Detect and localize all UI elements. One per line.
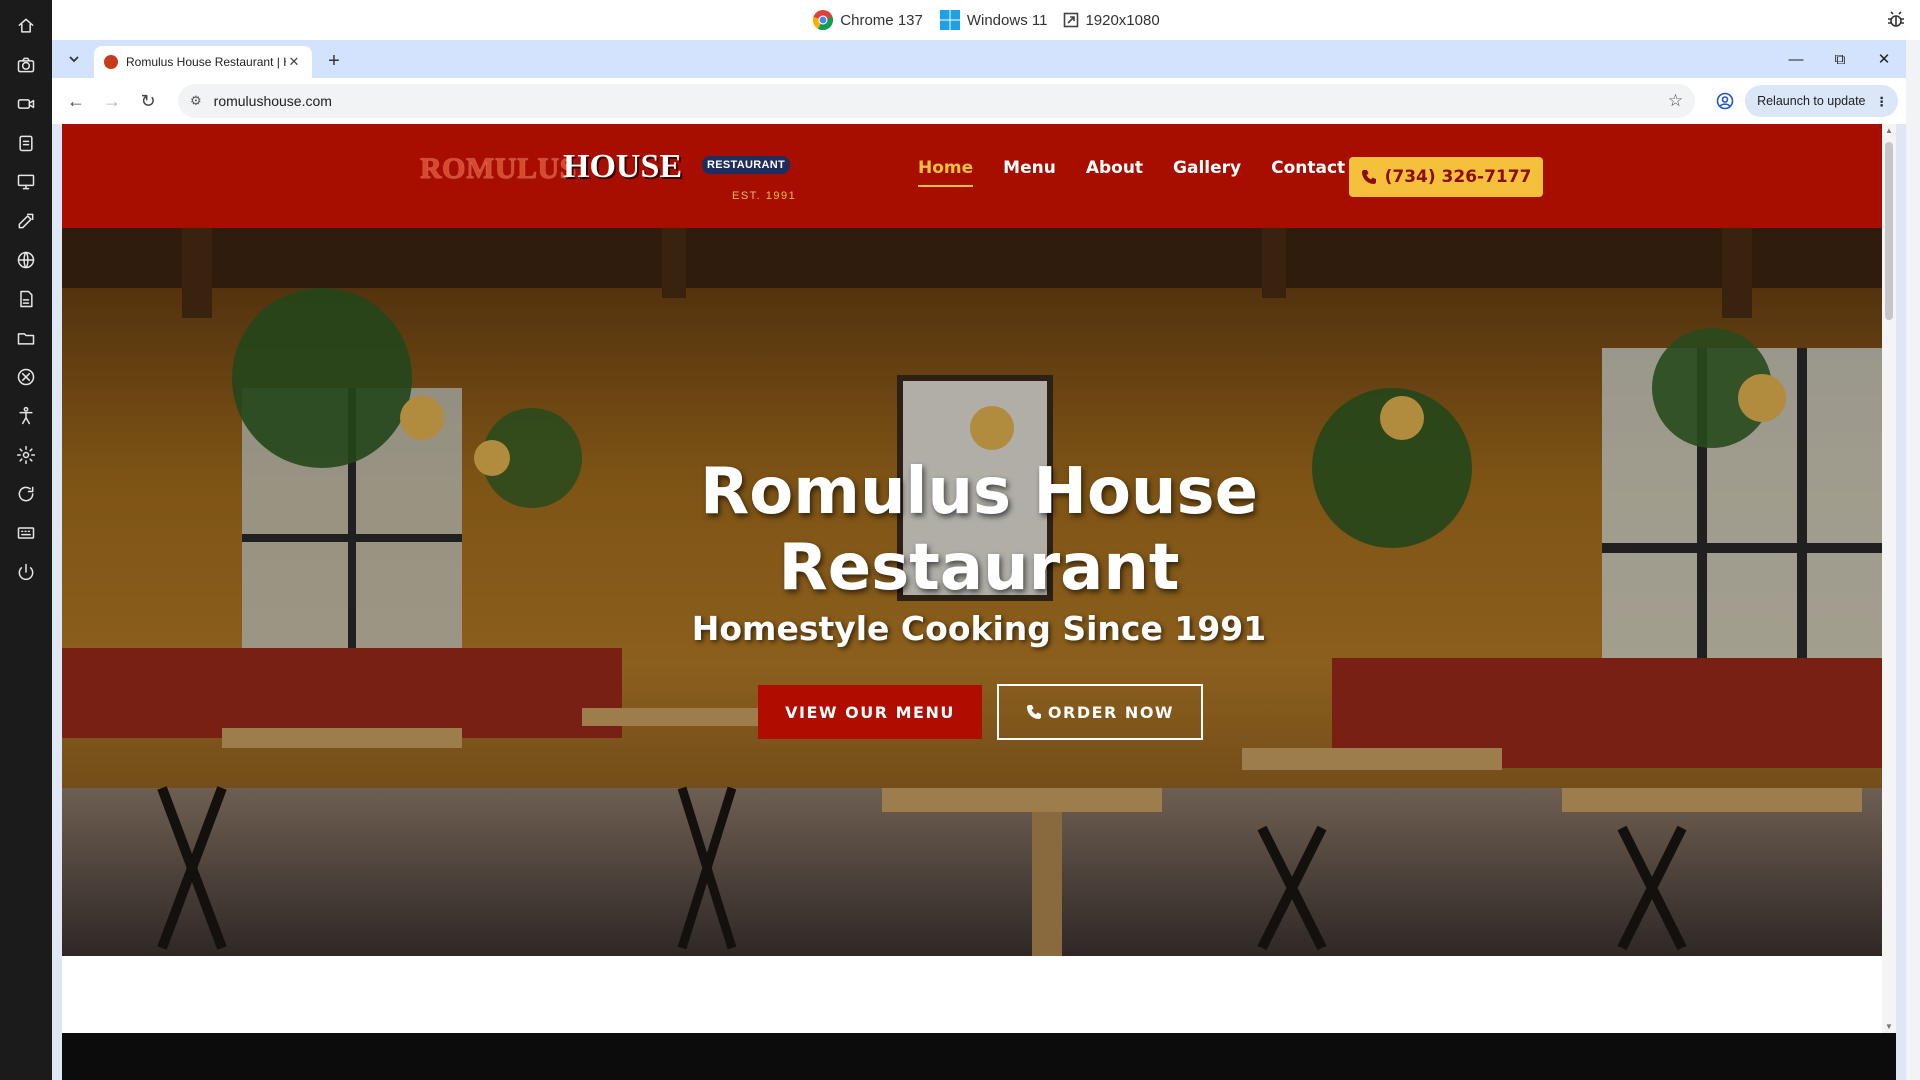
windows-logo-icon bbox=[939, 10, 960, 30]
clipboard-icon[interactable] bbox=[11, 128, 41, 158]
url-text: romulushouse.com bbox=[213, 93, 332, 109]
order-now-label: ORDER NOW bbox=[1047, 702, 1175, 722]
tab-title: Romulus House Restaurant | Ho bbox=[126, 55, 286, 69]
file-icon[interactable] bbox=[11, 284, 41, 314]
minimize-icon[interactable]: — bbox=[1774, 40, 1818, 78]
phone-icon bbox=[1361, 170, 1376, 184]
resolution-icon bbox=[1064, 12, 1079, 28]
environment-bar: Chrome 137 Windows 11 1920x1080 bbox=[52, 0, 1920, 40]
globe-icon[interactable] bbox=[11, 245, 41, 275]
folder-icon[interactable] bbox=[11, 323, 41, 353]
refresh-icon[interactable] bbox=[11, 479, 41, 509]
nav-home[interactable]: Home bbox=[918, 158, 974, 187]
browser-window: Romulus House Restaurant | Ho ✕ + — ⧉ ✕ … bbox=[52, 40, 1906, 1080]
nav-gallery[interactable]: Gallery bbox=[1173, 158, 1241, 187]
page-viewport: ROMULUS HOUSE RESTAURANT EST. 1991 Home … bbox=[62, 124, 1896, 1080]
chevron-down-icon bbox=[69, 56, 79, 63]
tab-search-button[interactable] bbox=[60, 45, 88, 73]
address-bar[interactable]: ⚙ romulushouse.com ☆ bbox=[178, 84, 1696, 118]
scroll-up-icon[interactable]: ▲ bbox=[1885, 126, 1893, 135]
bookmark-star-icon[interactable]: ☆ bbox=[1668, 91, 1683, 111]
logo-restaurant-badge: RESTAURANT bbox=[702, 156, 790, 174]
hero-title-line1: Romulus House bbox=[700, 455, 1258, 529]
nav-contact[interactable]: Contact bbox=[1271, 158, 1345, 187]
content-section bbox=[62, 956, 1882, 1033]
bug-icon[interactable] bbox=[1886, 10, 1906, 30]
tab-close-icon[interactable]: ✕ bbox=[286, 54, 302, 70]
forward-icon[interactable]: → bbox=[96, 85, 128, 117]
new-tab-button[interactable]: + bbox=[320, 47, 348, 75]
reload-icon[interactable]: ↻ bbox=[132, 85, 164, 117]
dark-section bbox=[62, 1033, 1896, 1080]
env-resolution-label: 1920x1080 bbox=[1085, 11, 1160, 29]
env-browser-label: Chrome 137 bbox=[840, 11, 923, 29]
back-icon[interactable]: ← bbox=[60, 85, 92, 117]
power-icon[interactable] bbox=[11, 557, 41, 587]
network-icon[interactable] bbox=[11, 362, 41, 392]
tab-active[interactable]: Romulus House Restaurant | Ho ✕ bbox=[94, 46, 312, 78]
site-nav: Home Menu About Gallery Contact bbox=[918, 158, 1345, 187]
keyboard-icon[interactable] bbox=[11, 518, 41, 548]
relaunch-to-update-button[interactable]: Relaunch to update ⋮ bbox=[1745, 85, 1898, 117]
call-phone-label: (734) 326-7177 bbox=[1384, 167, 1532, 187]
scroll-down-icon[interactable]: ▼ bbox=[1885, 1022, 1893, 1031]
env-os: Windows 11 bbox=[939, 9, 1048, 31]
scrollbar-thumb[interactable] bbox=[1885, 142, 1893, 320]
tab-strip: Romulus House Restaurant | Ho ✕ + — ⧉ ✕ bbox=[52, 40, 1906, 78]
relaunch-label: Relaunch to update bbox=[1757, 94, 1866, 108]
env-resolution: 1920x1080 bbox=[1063, 11, 1160, 29]
tool-sidebar bbox=[0, 0, 52, 1080]
hero-subtitle: Homestyle Cooking Since 1991 bbox=[691, 609, 1267, 648]
phone-icon bbox=[1026, 705, 1041, 719]
view-menu-button[interactable]: VIEW OUR MENU bbox=[758, 685, 982, 739]
monitor-icon[interactable] bbox=[11, 167, 41, 197]
env-browser: Chrome 137 bbox=[812, 9, 923, 31]
home-icon[interactable] bbox=[11, 11, 41, 41]
nav-about[interactable]: About bbox=[1086, 158, 1143, 187]
site-favicon-icon bbox=[104, 55, 118, 69]
nav-menu[interactable]: Menu bbox=[1003, 158, 1056, 187]
order-now-button[interactable]: ORDER NOW bbox=[997, 684, 1203, 740]
env-os-label: Windows 11 bbox=[966, 11, 1048, 29]
camera-icon[interactable] bbox=[11, 50, 41, 80]
hero-section: Romulus House Restaurant Homestyle Cooki… bbox=[62, 228, 1896, 956]
profile-icon[interactable] bbox=[1711, 87, 1739, 115]
restore-icon[interactable]: ⧉ bbox=[1818, 40, 1862, 78]
logo-word-house: HOUSE bbox=[563, 148, 683, 185]
hero-title-line2: Restaurant bbox=[778, 531, 1180, 605]
window-controls: — ⧉ ✕ bbox=[1774, 40, 1906, 78]
logo-est-text: EST. 1991 bbox=[732, 190, 797, 202]
browser-toolbar: ← → ↻ ⚙ romulushouse.com ☆ Relaunch to u… bbox=[52, 78, 1906, 124]
hero-title: Romulus House Restaurant bbox=[62, 454, 1896, 606]
chrome-logo-icon bbox=[813, 10, 834, 31]
site-logo[interactable]: ROMULUS HOUSE RESTAURANT EST. 1991 bbox=[420, 146, 800, 206]
close-window-icon[interactable]: ✕ bbox=[1862, 40, 1906, 78]
site-header: ROMULUS HOUSE RESTAURANT EST. 1991 Home … bbox=[62, 124, 1896, 228]
call-phone-button[interactable]: (734) 326-7177 bbox=[1349, 157, 1543, 197]
video-icon[interactable] bbox=[11, 89, 41, 119]
edit-icon[interactable] bbox=[11, 206, 41, 236]
page-scrollbar[interactable]: ▲ ▼ bbox=[1882, 124, 1896, 1033]
more-menu-icon[interactable]: ⋮ bbox=[1876, 94, 1889, 109]
settings-icon[interactable] bbox=[11, 440, 41, 470]
site-info-icon[interactable]: ⚙ bbox=[190, 93, 202, 109]
accessibility-icon[interactable] bbox=[11, 401, 41, 431]
logo-word-romulus: ROMULUS bbox=[420, 152, 577, 185]
